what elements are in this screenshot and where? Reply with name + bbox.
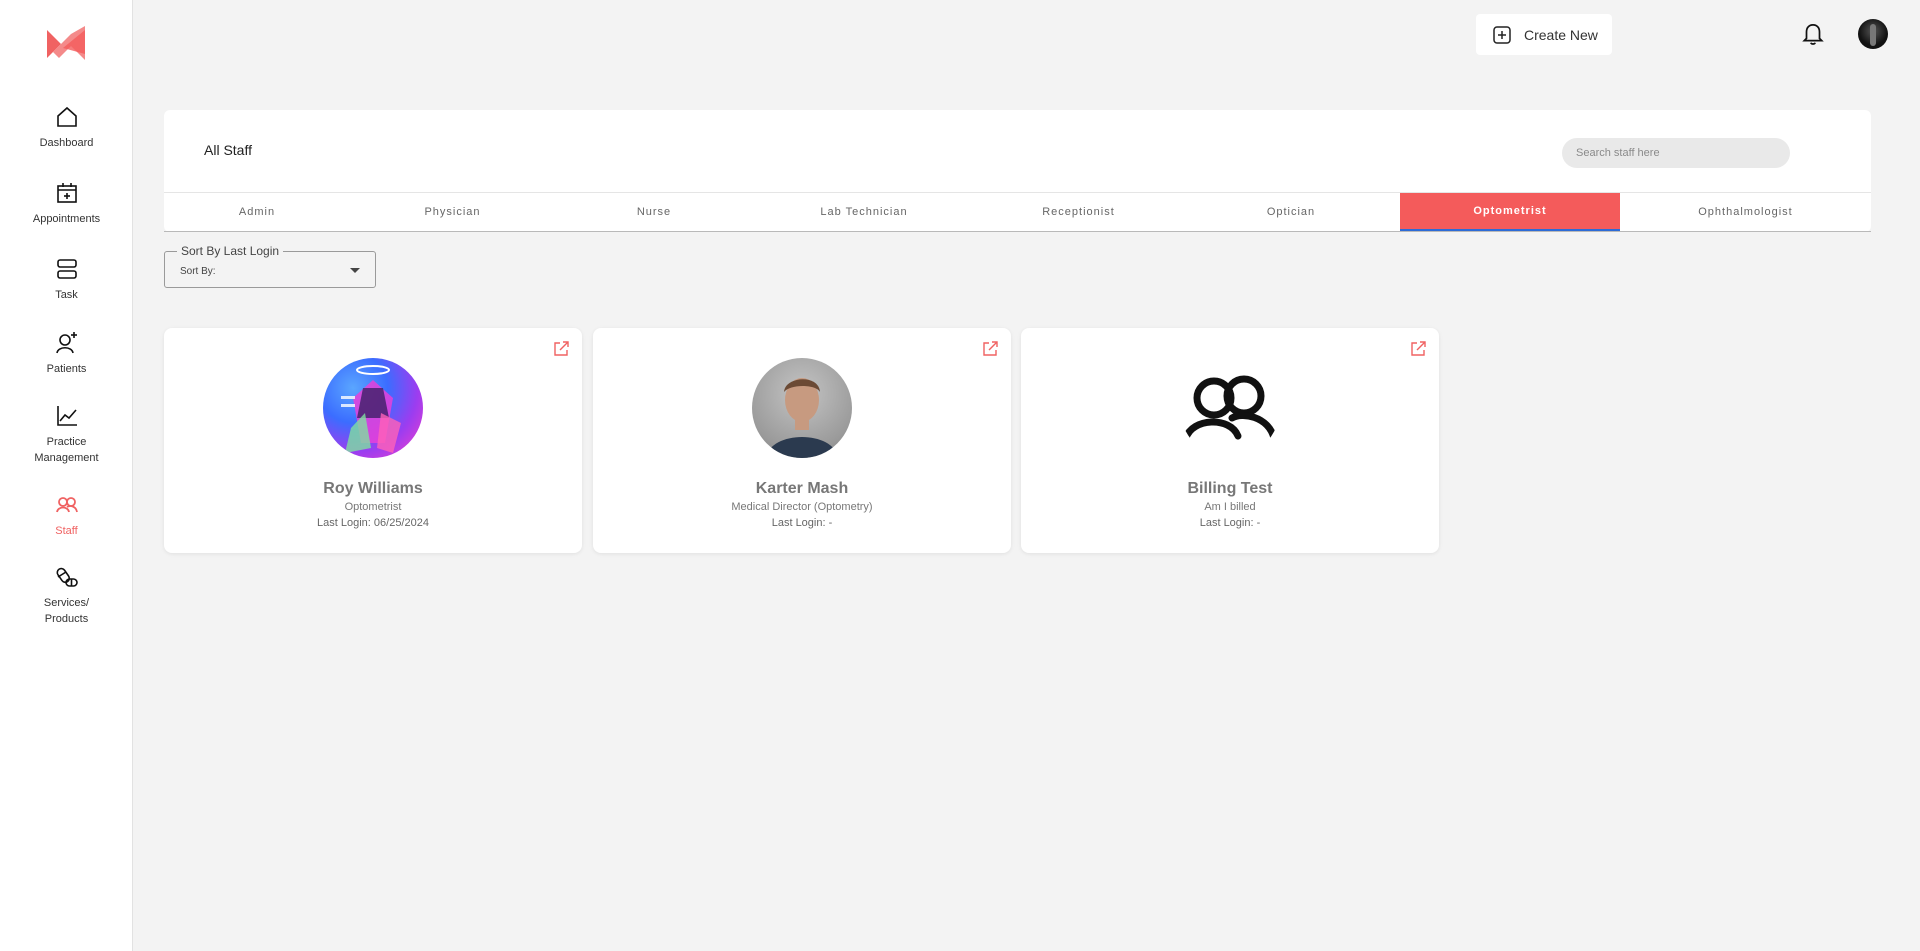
sidebar-item-label: Practice Management [34,436,99,464]
page-title: All Staff [204,142,252,158]
tab-lab-technician[interactable]: Lab Technician [753,193,975,231]
sidebar-item-label: Dashboard [39,137,94,149]
staff-name: Karter Mash [755,480,849,497]
pills-icon [55,567,78,587]
sidebar-item-label: Task [55,289,78,301]
user-plus-icon [55,332,77,354]
tab-receptionist[interactable]: Receptionist [975,193,1182,231]
sidebar-item-label: Appointments [32,213,101,225]
staff-panel: All Staff Admin Physician Nurse Lab Tech… [164,110,1871,232]
staff-role: Medical Director (Optometry) [731,501,873,513]
staff-name: Roy Williams [323,480,423,497]
chart-line-icon [56,406,77,426]
staff-card[interactable]: Roy Williams Optometrist Last Login: 06/… [164,328,582,553]
plus-square-icon [1493,25,1511,44]
sidebar: Dashboard Appointments Task Patients Pra… [0,0,133,951]
task-icon [56,259,77,279]
sort-select[interactable]: Sort By Last Login Sort By: [164,244,376,288]
staff-role: Optometrist [344,501,402,513]
create-new-label: Create New [1524,26,1598,43]
tab-physician[interactable]: Physician [350,193,555,231]
sidebar-item-task[interactable]: Task [0,257,133,303]
home-icon [56,106,77,127]
staff-last-login: Last Login: 06/25/2024 [317,517,429,529]
staff-card[interactable]: Karter Mash Medical Director (Optometry)… [593,328,1011,553]
sidebar-item-label: Patients [46,363,87,375]
tab-nurse[interactable]: Nurse [555,193,753,231]
sort-value: Sort By: [180,266,216,277]
staff-last-login: Last Login: - [771,517,833,529]
sidebar-item-practice-management[interactable]: Practice Management [0,404,133,466]
sidebar-item-patients[interactable]: Patients [0,331,133,377]
staff-last-login: Last Login: - [1199,517,1261,529]
sidebar-item-dashboard[interactable]: Dashboard [0,105,133,151]
sidebar-item-label: Services/ Products [43,597,90,625]
chevron-down-icon [350,268,360,273]
bell-icon[interactable] [1800,20,1826,46]
staff-card[interactable]: Billing Test Am I billed Last Login: - [1021,328,1439,553]
tab-admin[interactable]: Admin [164,193,350,231]
tab-ophthalmologist[interactable]: Ophthalmologist [1620,193,1871,231]
staff-photo [752,358,852,458]
tab-optometrist[interactable]: Optometrist [1400,193,1620,231]
staff-name: Billing Test [1187,480,1273,497]
users-placeholder-icon [1180,358,1280,458]
staff-photo [323,358,423,458]
sidebar-item-label: Staff [55,525,78,537]
external-link-icon[interactable] [552,340,570,358]
external-link-icon[interactable] [981,340,999,358]
staff-role: Am I billed [1204,501,1256,513]
sort-legend: Sort By Last Login [177,244,284,258]
sidebar-item-staff[interactable]: Staff [0,493,133,539]
sidebar-item-appointments[interactable]: Appointments [0,181,133,227]
calendar-plus-icon [56,183,77,203]
tab-optician[interactable]: Optician [1182,193,1400,231]
user-avatar[interactable] [1858,19,1888,49]
brand-logo-icon[interactable] [45,24,87,62]
search-input[interactable] [1562,138,1790,168]
role-tabs: Admin Physician Nurse Lab Technician Rec… [164,192,1871,232]
users-icon [55,497,78,513]
create-new-button[interactable]: Create New [1476,14,1612,55]
sidebar-item-services-products[interactable]: Services/ Products [0,565,133,627]
external-link-icon[interactable] [1409,340,1427,358]
